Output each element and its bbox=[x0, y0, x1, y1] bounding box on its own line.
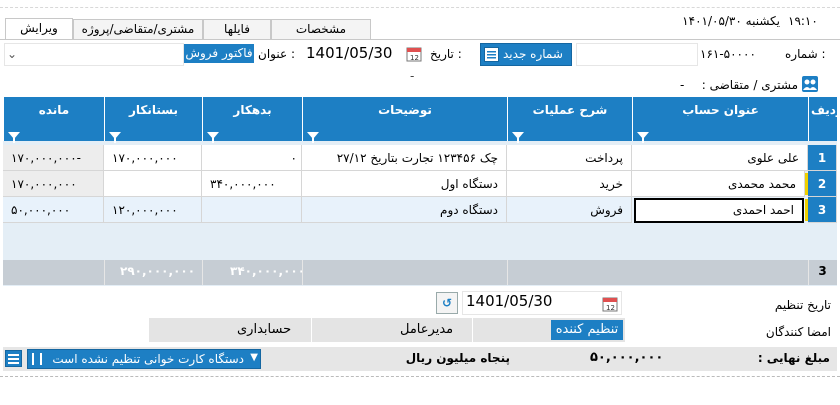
filter-icon[interactable] bbox=[8, 132, 20, 143]
filter-icon[interactable] bbox=[109, 132, 121, 143]
col-header-account[interactable]: عنوان حساب bbox=[632, 97, 808, 143]
cell-operation[interactable]: خرید bbox=[507, 171, 632, 197]
date-value[interactable]: 1401/05/30 bbox=[306, 44, 392, 62]
cell-debit[interactable] bbox=[202, 197, 302, 223]
chevron-down-icon[interactable]: ▼ bbox=[250, 352, 258, 363]
customers-icon[interactable] bbox=[802, 76, 818, 92]
chevron-down-icon[interactable]: ⌄ bbox=[7, 47, 17, 61]
cell-desc[interactable]: چک ۱۲۳۴۵۶ تجارت بتاریخ ۲۷/۱۲ bbox=[302, 145, 507, 171]
new-number-button[interactable]: شماره جدید bbox=[480, 43, 572, 66]
col-header-balance[interactable]: مانده bbox=[3, 97, 104, 143]
filter-icon[interactable] bbox=[512, 132, 524, 143]
col-header-operation[interactable]: شرح عملیات bbox=[507, 97, 632, 143]
cell-balance: ۵۰,۰۰۰,۰۰۰ bbox=[3, 197, 104, 223]
setup-date-label: تاریخ تنظیم bbox=[774, 298, 831, 312]
col-header-desc-label: توضیحات bbox=[378, 103, 432, 117]
row-indicator bbox=[805, 199, 808, 221]
filter-icon[interactable] bbox=[307, 132, 319, 143]
footer-count: 3 bbox=[818, 264, 827, 278]
customer-value[interactable]: - bbox=[680, 78, 684, 92]
col-header-credit[interactable]: بستانکار bbox=[104, 97, 202, 143]
cell-operation[interactable]: فروش bbox=[507, 197, 632, 223]
col-header-account-label: عنوان حساب bbox=[682, 103, 759, 117]
cell-account-editing[interactable]: احمد احمدی bbox=[634, 198, 804, 223]
row-number: 1 bbox=[808, 145, 837, 171]
tab-divider bbox=[0, 39, 840, 40]
customer-label: مشتری / متقاضی : bbox=[701, 78, 798, 92]
calendar-icon[interactable]: 12 bbox=[406, 46, 422, 62]
cell-desc[interactable]: دستگاه اول bbox=[302, 171, 507, 197]
calendar-icon[interactable]: 12 bbox=[602, 296, 618, 312]
card-reader-status[interactable]: دستگاه کارت خوانی تنظیم نشده است ▼ bbox=[27, 349, 261, 369]
filter-icon[interactable] bbox=[637, 132, 649, 143]
filter-icon[interactable] bbox=[207, 132, 219, 143]
number-label: شماره : bbox=[785, 47, 826, 61]
footer-divider bbox=[104, 260, 105, 285]
col-header-operation-label: شرح عملیات bbox=[532, 103, 608, 117]
tab-files[interactable]: فایلها bbox=[203, 19, 271, 39]
cell-credit[interactable]: ۱۲۰,۰۰۰,۰۰۰ bbox=[104, 197, 202, 223]
cell-desc[interactable]: دستگاه دوم bbox=[302, 197, 507, 223]
date-text: یکشنبه ۱۴۰۱/۰۵/۳۰ bbox=[682, 14, 780, 28]
cell-debit[interactable]: ۳۴۰,۰۰۰,۰۰۰ bbox=[202, 171, 302, 197]
footer-divider bbox=[507, 260, 508, 285]
cell-credit[interactable] bbox=[104, 171, 202, 197]
tab-edit[interactable]: ویرایش bbox=[5, 18, 73, 40]
cell-account[interactable]: محمد محمدی bbox=[632, 171, 805, 197]
torn-bottom-edge bbox=[0, 376, 840, 405]
number-value[interactable]: ۱۶۱-۵۰۰۰۰ bbox=[700, 47, 780, 61]
col-header-balance-label: مانده bbox=[38, 103, 70, 117]
card-reader-icon[interactable] bbox=[5, 350, 22, 367]
dash-value: - bbox=[410, 69, 415, 83]
footer-divider bbox=[302, 260, 303, 285]
refresh-icon[interactable]: ↺ bbox=[436, 292, 458, 314]
setup-date-value[interactable]: 1401/05/30 bbox=[466, 292, 552, 310]
col-header-row-label: ردیف bbox=[811, 103, 840, 117]
amount-words: پنجاه میلیون ریال bbox=[405, 351, 510, 365]
row-number: 2 bbox=[808, 171, 837, 197]
col-header-credit-label: بستانکار bbox=[128, 103, 179, 117]
cell-balance: ۱۷۰,۰۰۰,۰۰۰- bbox=[3, 145, 104, 171]
torn-top-edge bbox=[0, 0, 840, 8]
cell-debit[interactable]: ۰ bbox=[202, 145, 302, 171]
footer-divider bbox=[808, 260, 809, 285]
title-dropdown[interactable] bbox=[4, 43, 184, 66]
col-header-debit-label: بدهکار bbox=[233, 103, 272, 117]
row-number: 3 bbox=[808, 197, 837, 223]
col-header-debit[interactable]: بدهکار bbox=[202, 97, 302, 143]
col-header-desc[interactable]: توضیحات bbox=[302, 97, 507, 143]
footer-debit-total: ۳۴۰,۰۰۰,۰۰۰ bbox=[230, 264, 306, 278]
footer-credit-total: ۲۹۰,۰۰۰,۰۰۰ bbox=[120, 264, 196, 278]
final-amount-value: ۵۰,۰۰۰,۰۰۰ bbox=[590, 350, 664, 365]
tab-customer-project[interactable]: مشتری/متقاضی/پروژه bbox=[73, 19, 203, 39]
title-label: عنوان : bbox=[258, 47, 295, 61]
signer-3: حسابداری bbox=[237, 322, 292, 337]
final-amount-label: مبلغ نهایی : bbox=[757, 351, 830, 365]
signers-label: امضا کنندگان bbox=[765, 325, 831, 339]
cell-account[interactable]: علی علوی bbox=[632, 145, 808, 171]
col-header-row: ردیف bbox=[808, 97, 840, 141]
number-field-box bbox=[576, 43, 698, 66]
signer-1[interactable]: تنظیم کننده bbox=[551, 320, 623, 340]
new-number-icon bbox=[484, 47, 499, 62]
footer-divider bbox=[202, 260, 203, 285]
clock-text: ۱۹:۱۰ bbox=[788, 14, 818, 28]
tab-specs[interactable]: مشخصات bbox=[271, 19, 371, 39]
svg-text:12: 12 bbox=[410, 54, 419, 62]
cell-balance: ۱۷۰,۰۰۰,۰۰۰ bbox=[3, 171, 104, 197]
card-reader-status-text: دستگاه کارت خوانی تنظیم نشده است bbox=[52, 352, 244, 366]
row-indicator bbox=[805, 173, 808, 195]
cell-operation[interactable]: پرداخت bbox=[507, 145, 632, 171]
date-label: تاریخ : bbox=[430, 47, 462, 61]
new-number-label: شماره جدید bbox=[503, 47, 563, 61]
svg-text:12: 12 bbox=[606, 304, 615, 312]
title-value[interactable]: فاکتور فروش bbox=[184, 44, 254, 63]
signer-2: مدیرعامل bbox=[400, 322, 454, 337]
card-reader-status-icon bbox=[32, 353, 42, 365]
cell-credit[interactable]: ۱۷۰,۰۰۰,۰۰۰ bbox=[104, 145, 202, 171]
